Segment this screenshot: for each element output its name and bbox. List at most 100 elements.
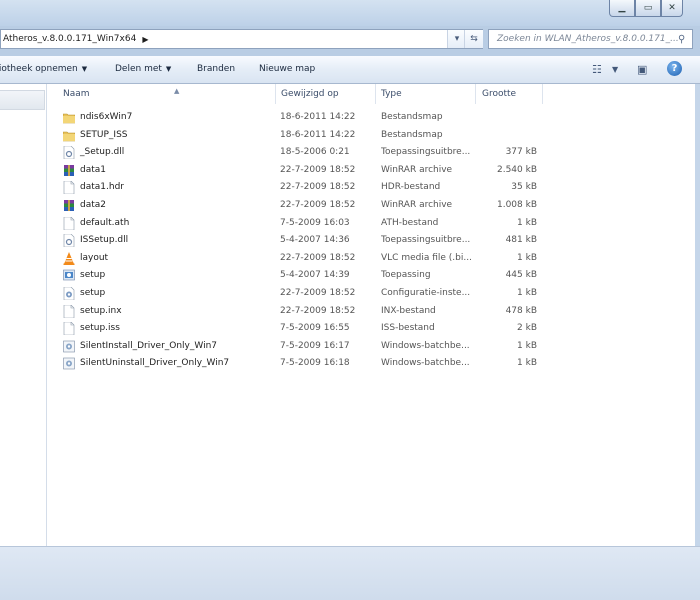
file-row[interactable]: data1.hdr 22-7-2009 18:52 HDR-bestand 35 kB — [47, 179, 700, 196]
file-size: 445 kB — [505, 270, 537, 281]
include-in-library-button[interactable]: Bibliotheek opnemen▼ — [0, 64, 87, 74]
include-in-library-label: Bibliotheek opnemen — [0, 64, 78, 74]
chevron-down-icon[interactable]: ▼ — [612, 65, 618, 74]
file-size: 1 kB — [517, 252, 537, 263]
file-row[interactable]: data2 22-7-2009 18:52 WinRAR archive 1.008 … — [47, 197, 700, 214]
file-row[interactable]: setup 5-4-2007 14:39 Toepassing 445 kB — [47, 267, 700, 284]
window-frame — [0, 0, 700, 26]
help-icon: ? — [671, 63, 678, 74]
file-name: layout — [80, 252, 109, 263]
config-icon — [63, 286, 75, 301]
close-button[interactable]: ✕ — [661, 0, 683, 17]
folder-icon — [62, 111, 76, 124]
breadcrumb[interactable]: Atheros_v.8.0.0.171_Win7x64 — [1, 34, 136, 44]
file-type: Windows-batchbe... — [381, 340, 470, 351]
file-icon — [63, 181, 75, 195]
file-row[interactable]: ISSetup.dll 5-4-2007 14:36 Toepassingsuitb… — [47, 232, 700, 249]
navigation-pane[interactable] — [0, 84, 47, 546]
file-list[interactable]: ▲ Naam Gewijzigd op Type Grootte ndis6xW… — [47, 84, 700, 546]
file-name: setup.inx — [80, 305, 122, 316]
file-row[interactable]: default.ath 7-5-2009 16:03 ATH-bestand 1 kB — [47, 215, 700, 232]
command-bar: Bibliotheek opnemen▼ Delen met▼ Branden … — [0, 56, 700, 84]
file-name: SilentUninstall_Driver_Only_Win7 — [80, 358, 230, 369]
file-date: 18-5-2006 0:21 — [280, 147, 350, 158]
search-box[interactable]: Zoeken in WLAN_Atheros_v.8.0.0.171_... ⚲ — [488, 29, 693, 49]
preview-pane-icon[interactable]: ▣ — [637, 63, 647, 76]
file-row[interactable]: setup 22-7-2009 18:52 Configuratie-inste..… — [47, 285, 700, 302]
file-name: ndis6xWin7 — [80, 112, 133, 122]
file-size: 1 kB — [517, 340, 537, 351]
details-pane — [0, 546, 700, 600]
file-size: 478 kB — [505, 305, 537, 316]
file-name: _Setup.dll — [80, 147, 125, 158]
file-type: Configuratie-inste... — [381, 288, 471, 298]
maximize-icon: ▭ — [643, 3, 653, 13]
file-name: ISSetup.dll — [80, 235, 129, 246]
nav-selected-item[interactable] — [0, 90, 45, 110]
file-type: Bestandsmap — [381, 112, 443, 122]
file-size: 1.008 kB — [496, 200, 537, 210]
column-header-date[interactable]: Gewijzigd op — [276, 84, 376, 104]
column-date-label: Gewijzigd op — [281, 89, 339, 99]
new-folder-button[interactable]: Nieuwe map — [259, 64, 315, 74]
winrar-icon — [63, 164, 75, 177]
breadcrumb-arrow-icon[interactable]: ▶ — [142, 35, 148, 44]
help-button[interactable]: ? — [667, 61, 682, 76]
setup-icon — [63, 269, 75, 282]
file-date: 22-7-2009 18:52 — [280, 288, 356, 298]
file-size: 1 kB — [517, 288, 537, 298]
refresh-icon: ⇆ — [470, 34, 478, 44]
file-date: 22-7-2009 18:52 — [280, 164, 356, 175]
winrar-icon — [63, 199, 75, 212]
file-name: setup — [80, 288, 106, 298]
file-row[interactable]: setup.iss 7-5-2009 16:55 ISS-bestand 2 kB — [47, 320, 700, 337]
file-date: 22-7-2009 18:52 — [280, 200, 356, 210]
file-row[interactable]: data1 22-7-2009 18:52 WinRAR archive 2.540 … — [47, 162, 700, 179]
file-type: VLC media file (.bi... — [381, 252, 472, 263]
column-header-type[interactable]: Type — [376, 84, 476, 104]
file-row[interactable]: _Setup.dll 18-5-2006 0:21 Toepassingsuitbr… — [47, 144, 700, 161]
close-icon: ✕ — [668, 3, 676, 13]
file-row[interactable]: SETUP_ISS 18-6-2011 14:22 Bestandsmap — [47, 127, 700, 144]
file-row[interactable]: setup.inx 22-7-2009 18:52 INX-bestand 478 k… — [47, 303, 700, 320]
window-border — [695, 84, 700, 546]
file-name: data1 — [80, 164, 106, 175]
file-row[interactable]: SilentInstall_Driver_Only_Win7 7-5-2009 1… — [47, 338, 700, 355]
view-options-icon[interactable]: ☷ — [592, 63, 602, 76]
column-type-label: Type — [381, 89, 402, 99]
file-row[interactable]: SilentUninstall_Driver_Only_Win7 7-5-2009… — [47, 355, 700, 372]
refresh-button[interactable]: ⇆ — [464, 30, 483, 48]
file-row[interactable]: layout 22-7-2009 18:52 VLC media file (.bi… — [47, 250, 700, 267]
file-name: SETUP_ISS — [80, 129, 128, 140]
file-row[interactable]: ndis6xWin7 18-6-2011 14:22 Bestandsmap — [47, 109, 700, 126]
column-size-label: Grootte — [482, 89, 517, 99]
file-date: 7-5-2009 16:03 — [280, 217, 350, 228]
search-input[interactable]: Zoeken in WLAN_Atheros_v.8.0.0.171_... — [489, 34, 678, 44]
file-date: 7-5-2009 16:55 — [280, 323, 350, 334]
file-type: WinRAR archive — [381, 164, 453, 175]
dll-icon — [63, 233, 75, 248]
dll-icon — [63, 145, 75, 160]
burn-button[interactable]: Branden — [197, 64, 235, 74]
column-header-size[interactable]: Grootte — [476, 84, 543, 104]
file-size: 1 kB — [517, 217, 537, 228]
file-icon — [63, 321, 75, 336]
file-type: Toepassing — [381, 270, 431, 281]
maximize-button[interactable]: ▭ — [635, 0, 661, 17]
file-name: data1.hdr — [80, 182, 124, 193]
file-date: 5-4-2007 14:36 — [280, 235, 350, 246]
file-date: 22-7-2009 18:52 — [280, 252, 356, 263]
batch-icon — [63, 340, 75, 353]
column-header-name[interactable]: ▲ Naam — [57, 84, 276, 104]
batch-icon — [63, 357, 75, 370]
minimize-button[interactable]: ▁ — [609, 0, 635, 17]
new-folder-label: Nieuwe map — [259, 64, 316, 74]
share-with-label: Delen met — [115, 64, 162, 74]
share-with-button[interactable]: Delen met ▼ — [115, 64, 171, 74]
address-bar[interactable]: Atheros_v.8.0.0.171_Win7x64 ▶ ▾ ⇆ — [0, 29, 483, 49]
minimize-icon: ▁ — [618, 3, 626, 13]
search-icon[interactable]: ⚲ — [678, 34, 692, 45]
file-date: 7-5-2009 16:18 — [280, 358, 350, 369]
file-icon — [63, 216, 75, 230]
file-name: default.ath — [80, 217, 130, 228]
